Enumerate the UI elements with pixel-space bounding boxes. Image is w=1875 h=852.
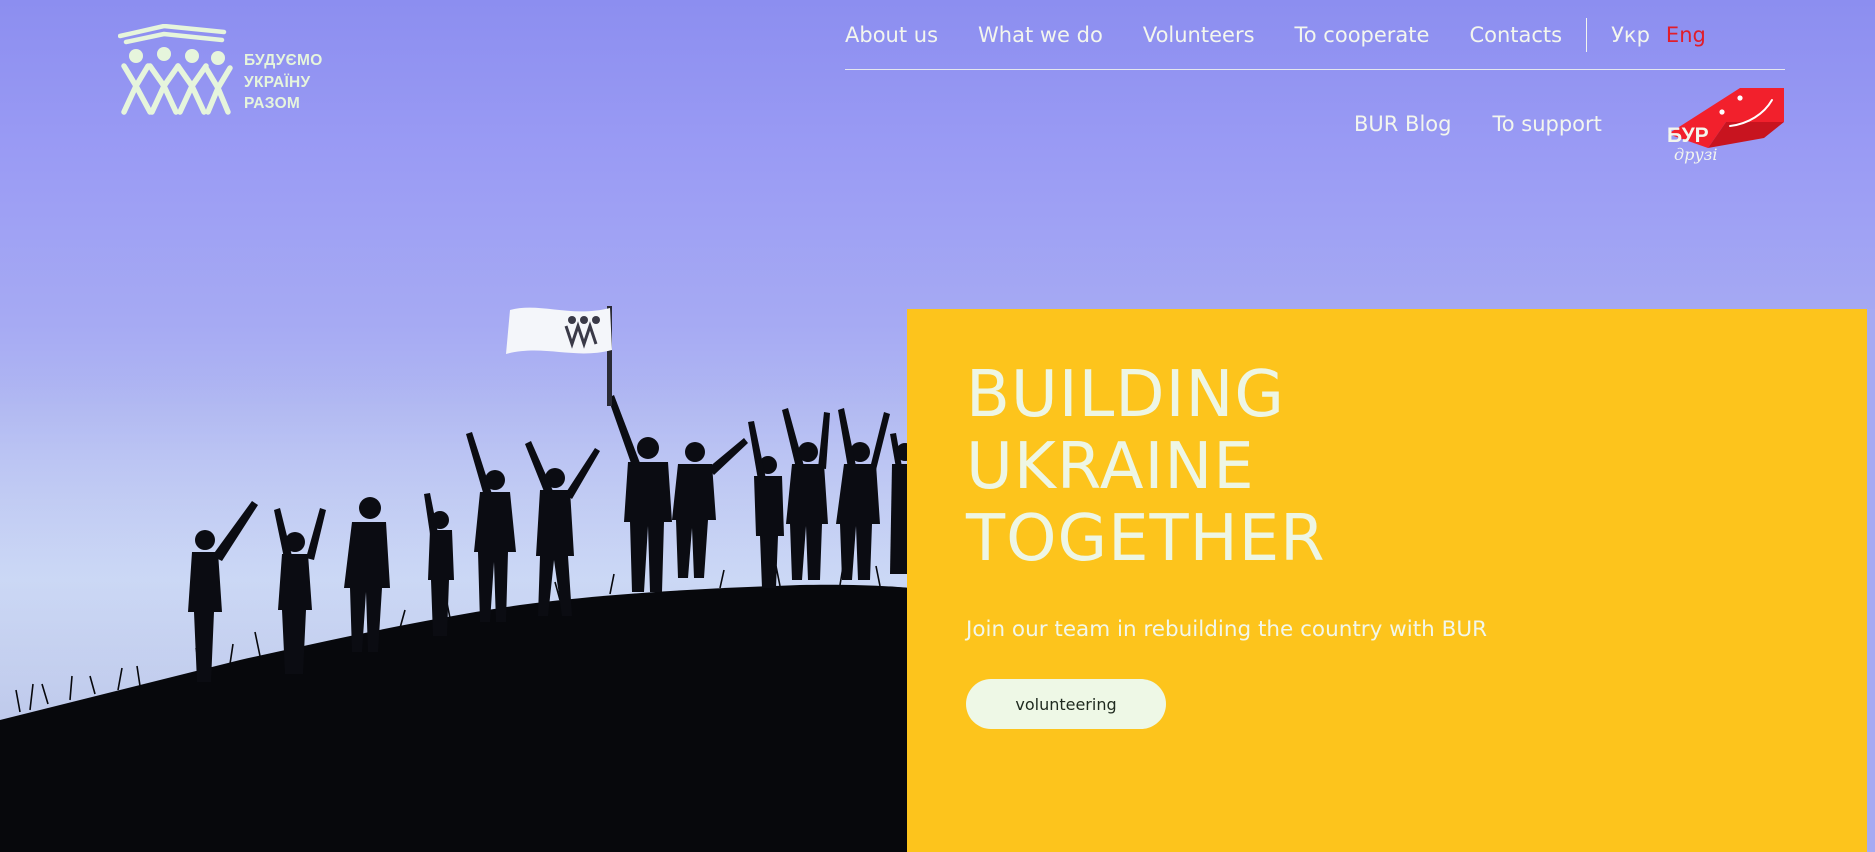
hero-headline: BUILDING UKRAINE TOGETHER	[966, 359, 1326, 575]
nav-link-to-cooperate[interactable]: To cooperate	[1295, 23, 1430, 47]
badge-text: БУР	[1667, 124, 1709, 147]
badge-script: друзі	[1674, 145, 1718, 164]
headline-line-3: TOGETHER	[966, 502, 1326, 576]
nav-link-volunteers[interactable]: Volunteers	[1143, 23, 1255, 47]
primary-nav: About us What we do Volunteers To cooper…	[845, 14, 1785, 56]
nav-link-about-us[interactable]: About us	[845, 23, 938, 47]
nav-link-contacts[interactable]: Contacts	[1469, 23, 1562, 47]
headline-line-2: UKRAINE	[966, 430, 1255, 504]
nav-link-to-support[interactable]: To support	[1492, 112, 1601, 136]
nav-divider	[1586, 18, 1588, 52]
card-edge	[1867, 309, 1875, 852]
volunteering-button[interactable]: volunteering	[966, 679, 1166, 729]
language-eng[interactable]: Eng	[1666, 23, 1706, 47]
secondary-nav: BUR Blog To support	[1354, 112, 1643, 136]
headline-line-1: BUILDING	[966, 358, 1285, 432]
hero-subtitle: Join our team in rebuilding the country …	[966, 617, 1488, 642]
hero-photo	[0, 306, 910, 852]
nav-link-what-we-do[interactable]: What we do	[978, 23, 1103, 47]
nav-separator	[845, 69, 1785, 70]
nav-link-bur-blog[interactable]: BUR Blog	[1354, 112, 1451, 136]
logo-wordmark[interactable]: БУДУЄМО УКРАЇНУ РАЗОМ	[244, 50, 323, 115]
logo-line-3: РАЗОМ	[244, 95, 301, 112]
hero-section: БУДУЄМО УКРАЇНУ РАЗОМ About us What we d…	[0, 0, 1875, 852]
language-ukr[interactable]: Укр	[1611, 23, 1650, 47]
hero-card: BUILDING UKRAINE TOGETHER Join our team …	[907, 309, 1867, 852]
logo-line-1: БУДУЄМО	[244, 52, 323, 69]
logo-line-2: УКРАЇНУ	[244, 73, 311, 91]
bur-friends-badge-icon[interactable]: БУР друзі	[1664, 86, 1786, 166]
